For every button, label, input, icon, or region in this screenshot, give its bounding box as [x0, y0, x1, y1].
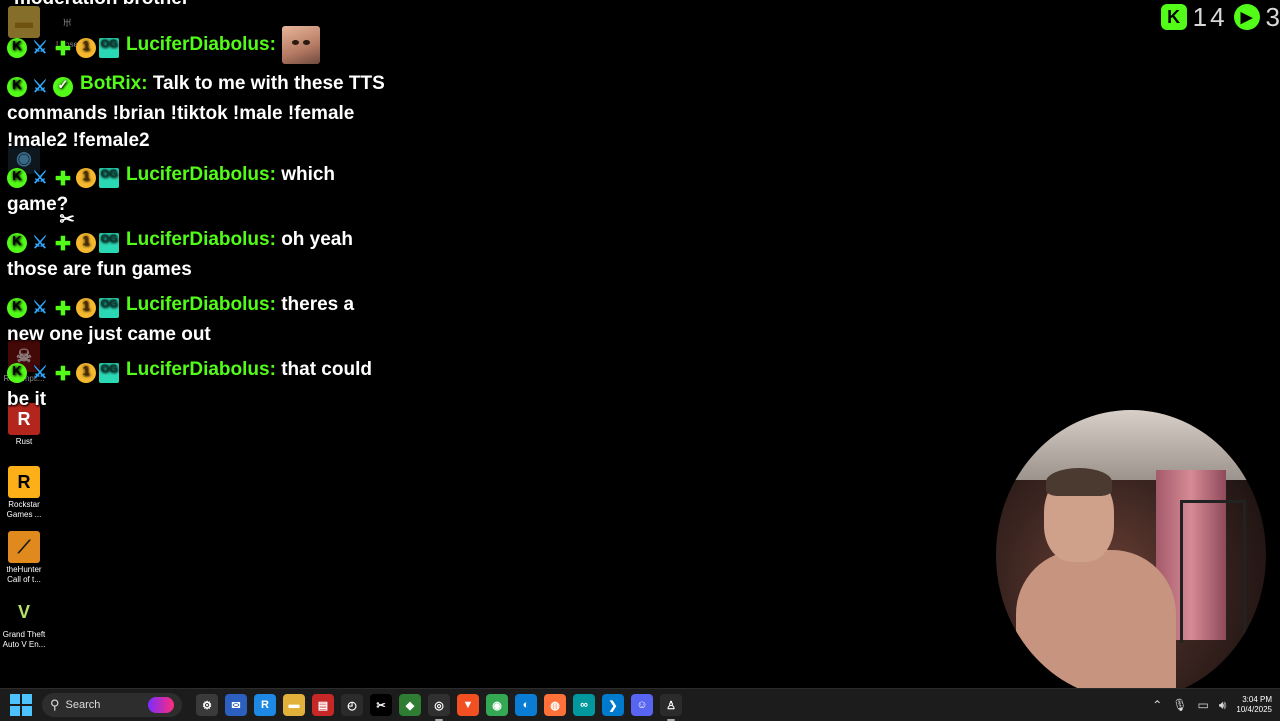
kick-badge-icon: K	[7, 297, 27, 318]
kick-badge-icon: K	[7, 167, 27, 188]
taskbar-file-explorer-icon[interactable]: ▬	[283, 694, 305, 716]
kick-viewer-count: 14	[1192, 1, 1228, 32]
taskbar-app-news-icon[interactable]: ▤	[312, 694, 334, 716]
viewer-counters: K 14 ▶ 3	[1160, 1, 1280, 32]
taskbar-discord-icon[interactable]: ☺	[631, 694, 653, 716]
desktop-icon-label: Rust	[15, 437, 33, 446]
kick-logo-icon: K	[1160, 4, 1187, 30]
search-placeholder: Search	[65, 699, 101, 711]
taskbar-app-person-icon[interactable]: ♙	[660, 694, 682, 721]
desktop-icon-label: theHunter Call of t...	[6, 565, 42, 584]
gift-sub-icon: ✚	[55, 363, 71, 385]
kick-badge-icon: K	[7, 38, 27, 58]
chevron-up-icon[interactable]: ⌃	[1152, 698, 1162, 712]
taskbar-chrome-icon[interactable]: ◉	[486, 694, 508, 716]
search-icon: ⚲	[50, 697, 60, 712]
moderator-sword-icon: ⚔	[32, 76, 48, 96]
thehunter-shortcut[interactable]: ⟋ theHunter Call of t...	[0, 531, 49, 585]
founder-coin-icon: 1	[76, 38, 96, 58]
moderator-sword-icon: ⚔	[32, 297, 48, 317]
desktop-icon-label: Grand Theft Auto V En...	[2, 630, 46, 649]
chat-badges: K ⚔ ✚ 1 OG	[7, 164, 122, 191]
chat-badges: K ⚔ ✚ 1 OG	[7, 34, 122, 61]
taskbar-app-mail-icon[interactable]: ✉	[225, 694, 247, 716]
og-badge-icon: OG	[99, 232, 119, 253]
start-button[interactable]	[10, 694, 32, 716]
founder-coin-icon: 1	[76, 167, 96, 188]
chat-fragment: moderation brother	[14, 0, 189, 10]
moderator-sword-icon: ⚔	[32, 38, 48, 57]
founder-coin-icon: 1	[76, 232, 96, 253]
rockstar-games-icon: R	[8, 466, 40, 498]
microphone-icon[interactable]: 🎙︎	[1172, 698, 1187, 712]
clock[interactable]: 3:04 PM 10/4/2025	[1236, 695, 1272, 715]
og-badge-icon: OG	[99, 297, 119, 318]
webcam-overlay	[996, 410, 1266, 700]
chat-message: K ⚔ ✚ 1 OG LuciferDiabolus: oh yeah those are…	[7, 226, 392, 283]
chat-username: LuciferDiabolus:	[126, 294, 276, 315]
chat-badges: K ⚔ ✚ 1 OG	[7, 359, 122, 386]
chat-username: LuciferDiabolus:	[126, 229, 276, 250]
gift-sub-icon: ✚	[55, 39, 71, 60]
chat-badges: K ⚔ ✚ 1 OG	[7, 294, 122, 321]
chat-username: LuciferDiabolus:	[126, 359, 276, 380]
gift-sub-icon: ✚	[55, 233, 71, 255]
youtube-viewer-count: 3	[1265, 1, 1280, 32]
taskbar-brave-icon[interactable]: ▼	[457, 694, 479, 716]
chat-message: K ⚔ ✚ 1 OG LuciferDiabolus:	[7, 26, 392, 64]
chat-message: K ⚔ ✚ 1 OG LuciferDiabolus: theres a new one …	[7, 291, 392, 348]
chat-badges: K ⚔ ✚ 1 OG	[7, 229, 122, 256]
gta-v-icon: V	[8, 596, 40, 628]
taskbar-capcut-icon[interactable]: ✂	[370, 694, 392, 716]
thehunter-icon: ⟋	[8, 531, 40, 563]
moderator-sword-icon: ⚔	[32, 232, 48, 252]
desktop-icon-label: Rockstar Games ...	[6, 500, 42, 519]
taskbar-app-timer-icon[interactable]: ◴	[341, 694, 363, 716]
chat-emote-face	[281, 26, 320, 64]
og-badge-icon: OG	[99, 38, 119, 58]
gift-sub-icon: ✚	[55, 168, 71, 190]
taskbar-edge-icon[interactable]: ◐	[515, 694, 537, 716]
taskbar: ⚲ Search ⚙ ✉ R ▬ ▤ ◴ ✂ ◆ ◎ ▼ ◉ ◐ ◍ ∞ ❯ ☺ ♙ ⌃ 🎙︎ ▭ 🔊︎ 3:0…	[0, 688, 1280, 721]
og-badge-icon: OG	[99, 167, 119, 188]
taskbar-app-utility-icon[interactable]: ⚙	[196, 694, 218, 716]
taskbar-vscode-icon[interactable]: ❯	[602, 694, 624, 716]
gift-sub-icon: ✚	[55, 298, 71, 320]
chat-message: K ⚔ ✓ BotRix: Talk to me with these TTS com…	[7, 70, 392, 154]
clock-date: 10/4/2025	[1236, 705, 1272, 714]
taskbar-obs-icon[interactable]: ◎	[428, 694, 450, 721]
chat-message: K ⚔ ✚ 1 OG LuciferDiabolus: which game?	[7, 161, 392, 218]
taskbar-arduino-icon[interactable]: ∞	[573, 694, 595, 716]
search-highlight-icon	[148, 697, 174, 713]
og-badge-icon: OG	[99, 362, 119, 383]
system-tray: ⌃ 🎙︎ ▭ 🔊︎ 3:04 PM 10/4/2025	[1152, 689, 1272, 721]
taskbar-app-maps-icon[interactable]: ◆	[399, 694, 421, 716]
founder-coin-icon: 1	[76, 362, 96, 383]
clock-time: 3:04 PM	[1242, 695, 1272, 704]
verified-check-icon: ✓	[53, 76, 73, 97]
volume-icon[interactable]: 🔊︎	[1219, 698, 1227, 713]
taskbar-app-r-icon[interactable]: R	[254, 694, 276, 716]
founder-coin-icon: 1	[76, 297, 96, 318]
chat-message: K ⚔ ✚ 1 OG LuciferDiabolus: that could be it	[7, 356, 392, 413]
gta-v-shortcut[interactable]: V Grand Theft Auto V En...	[0, 596, 49, 650]
kick-badge-icon: K	[7, 232, 27, 253]
kick-badge-icon: K	[7, 362, 27, 383]
rockstar-games-shortcut[interactable]: R Rockstar Games ...	[0, 466, 49, 520]
chat-username: LuciferDiabolus:	[126, 164, 276, 185]
taskbar-search[interactable]: ⚲ Search	[42, 693, 182, 717]
moderator-sword-icon: ⚔	[32, 167, 48, 187]
chat-username: LuciferDiabolus:	[126, 34, 276, 56]
kick-badge-icon: K	[7, 76, 27, 97]
chat-badges: K ⚔ ✓	[7, 73, 76, 100]
taskbar-apps: ⚙ ✉ R ▬ ▤ ◴ ✂ ◆ ◎ ▼ ◉ ◐ ◍ ∞ ❯ ☺ ♙	[196, 694, 682, 721]
moderator-sword-icon: ⚔	[32, 362, 48, 382]
network-icon[interactable]: ▭	[1198, 698, 1209, 712]
play-logo-icon: ▶	[1233, 4, 1260, 30]
chat-username: BotRix:	[80, 73, 148, 94]
taskbar-firefox-icon[interactable]: ◍	[544, 694, 566, 716]
